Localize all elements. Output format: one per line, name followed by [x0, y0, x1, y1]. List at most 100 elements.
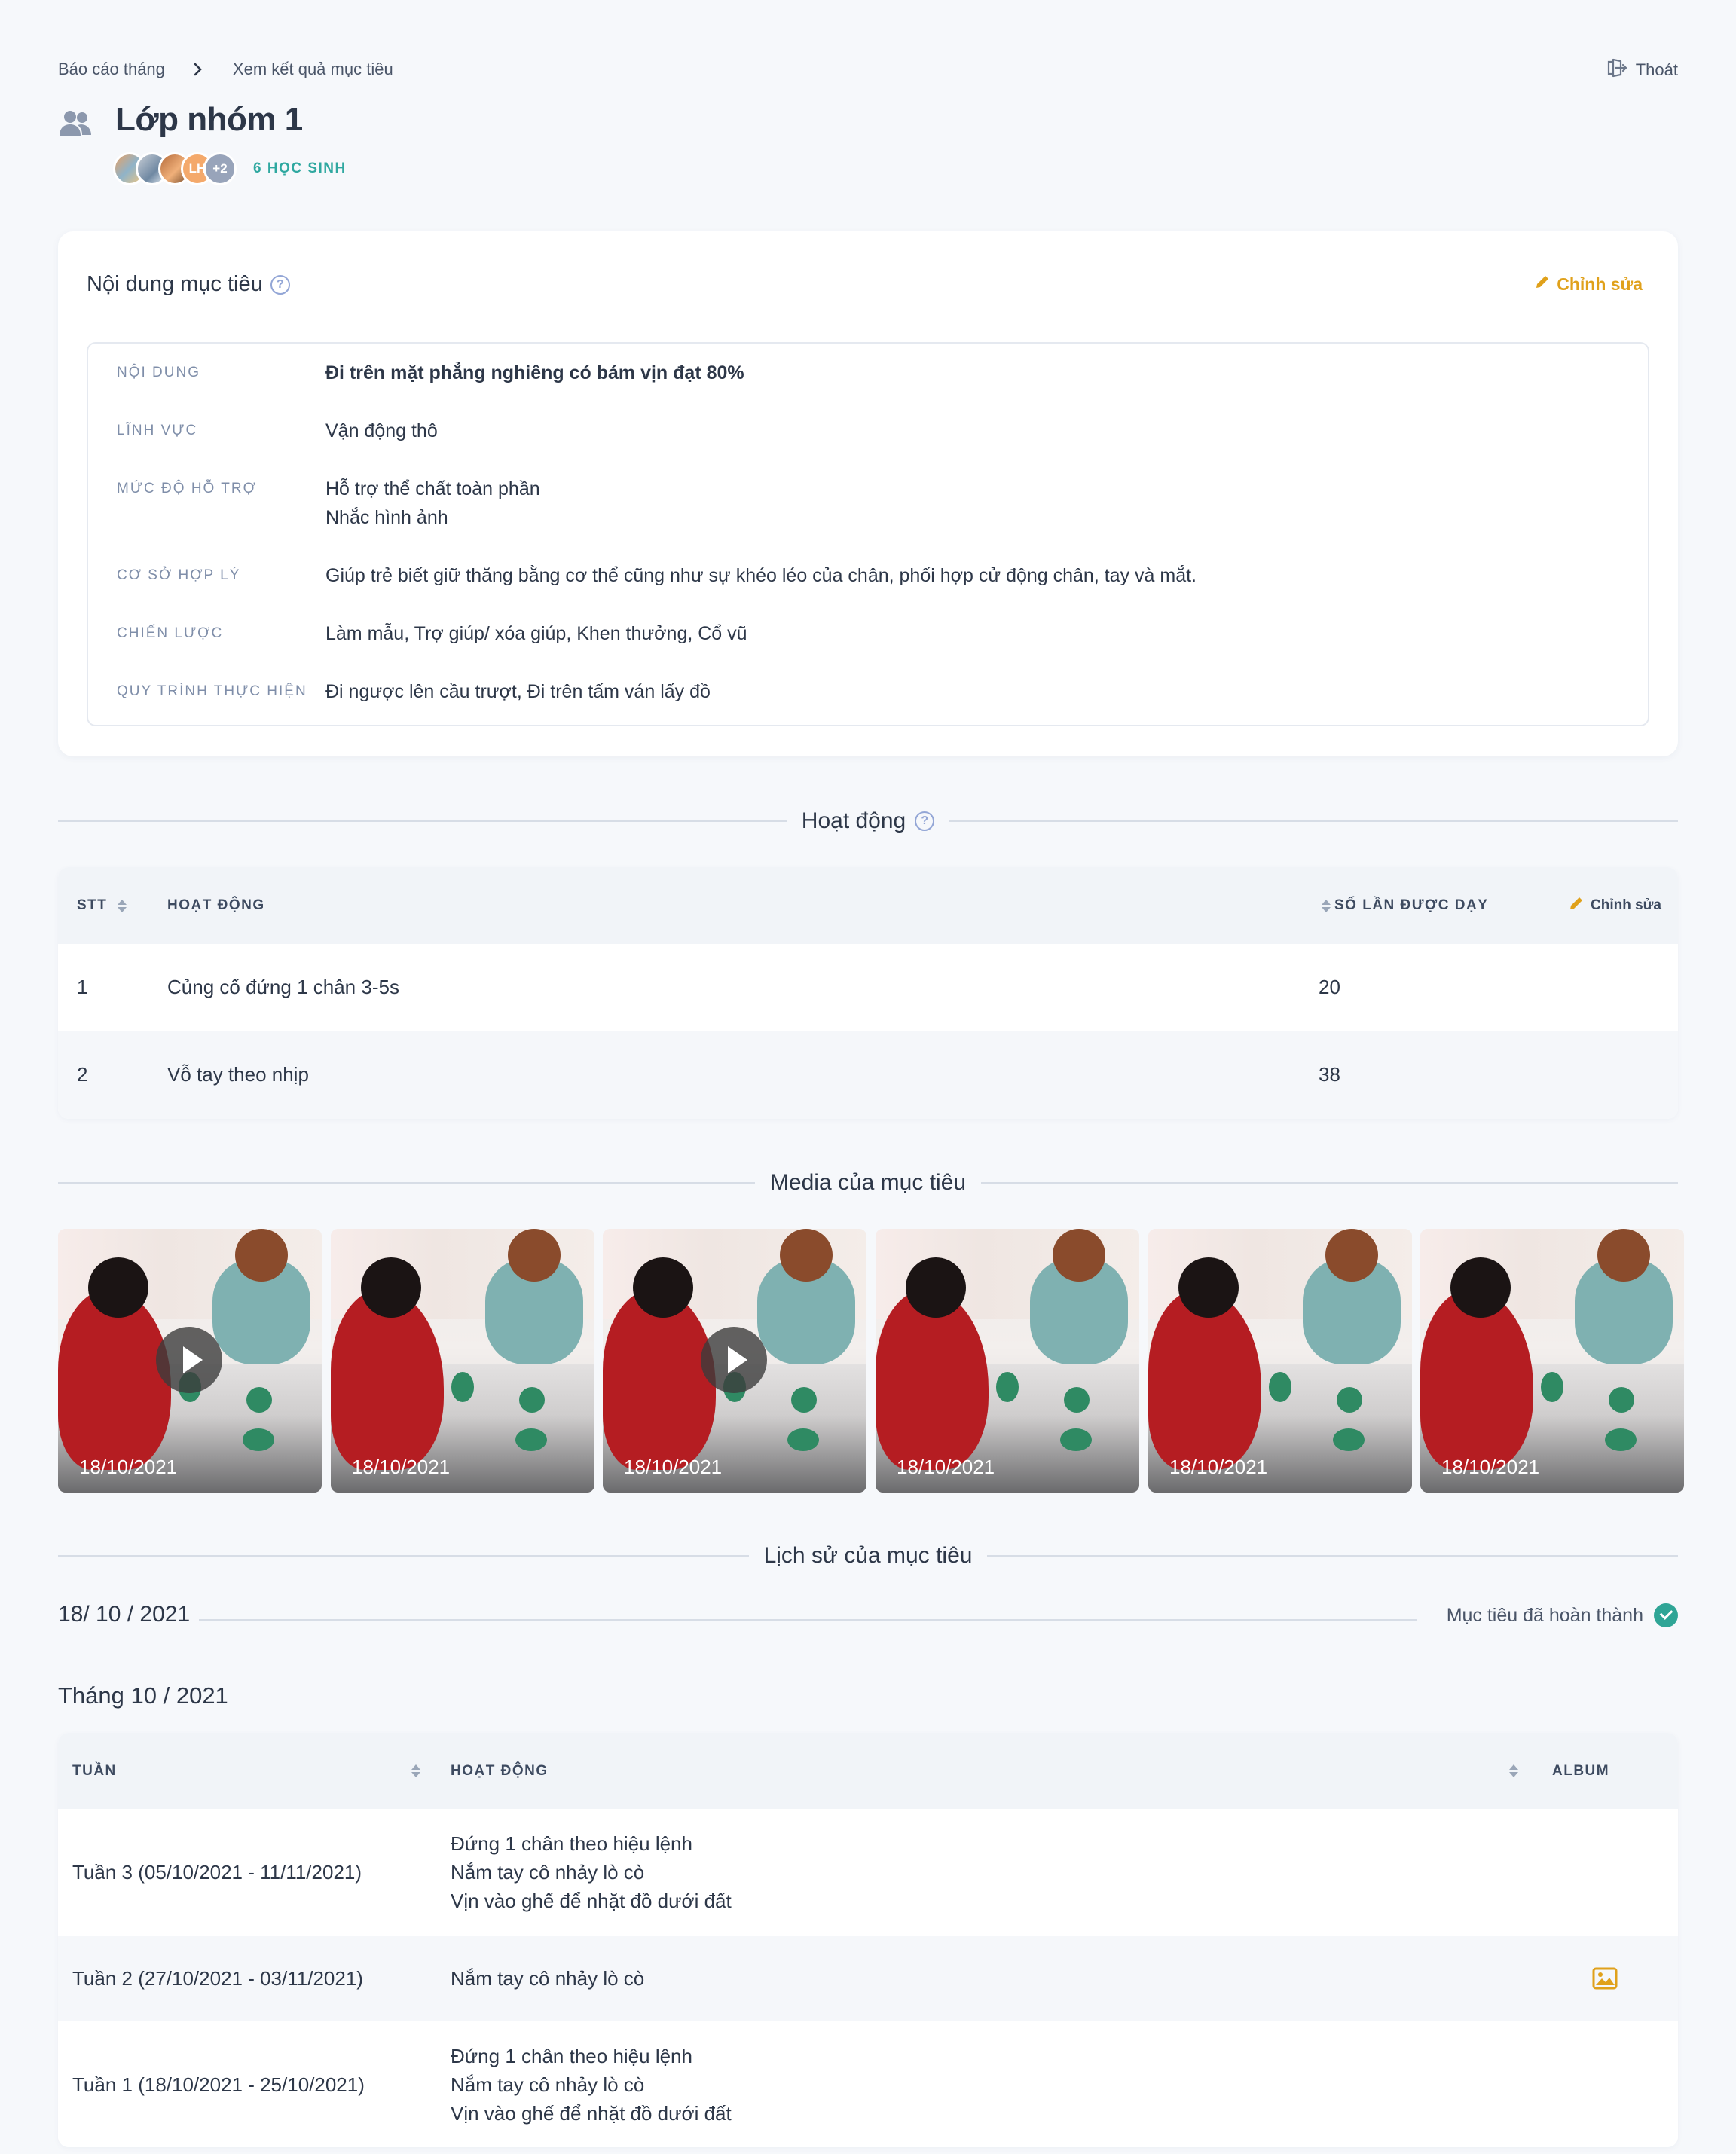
column-header-label: ALBUM — [1552, 1762, 1610, 1779]
logout-button[interactable]: Thoát — [1606, 57, 1678, 83]
cell-stt: 2 — [77, 1063, 88, 1086]
breadcrumb-parent-link[interactable]: Báo cáo tháng — [58, 60, 165, 79]
info-value: Đi ngược lên cầu trượt, Đi trên tấm ván … — [326, 681, 711, 702]
photo-toy — [1333, 1428, 1365, 1451]
history-date-line — [199, 1619, 1417, 1621]
media-video-thumbnail[interactable]: 18/10/2021 — [603, 1229, 866, 1493]
media-date: 18/10/2021 — [1169, 1456, 1268, 1478]
table-row: Tuần 3 (05/10/2021 - 11/11/2021) Đứng 1 … — [58, 1809, 1678, 1936]
column-header-label: HOẠT ĐỘNG — [451, 1762, 549, 1779]
photo-toy — [1064, 1387, 1090, 1413]
cell-activity: Nắm tay cô nhảy lò cò — [451, 1967, 645, 1990]
photo-toy — [515, 1428, 547, 1451]
photo-toy — [787, 1428, 819, 1451]
edit-activities-button[interactable]: Chỉnh sửa — [1568, 867, 1661, 944]
cell-activity: Vỗ tay theo nhịp — [167, 1063, 309, 1086]
info-label: LĨNH VỰC — [117, 423, 198, 438]
sort-icon[interactable] — [1322, 899, 1331, 912]
play-icon[interactable] — [156, 1327, 222, 1393]
media-photo-thumbnail[interactable]: 18/10/2021 — [1420, 1229, 1684, 1493]
goal-content-card: Nội dung mục tiêu ? Chỉnh sửa NỘI DUNG Đ… — [58, 231, 1678, 756]
history-table-header: TUẦN HOẠT ĐỘNG ALBUM — [58, 1733, 1678, 1809]
cell-count: 20 — [1319, 976, 1340, 998]
album-icon[interactable] — [1592, 1967, 1618, 1990]
photo-toy — [791, 1387, 817, 1413]
column-header-activity: HOẠT ĐỘNG — [167, 867, 265, 944]
photo-child-head — [1450, 1257, 1511, 1318]
info-label: CƠ SỞ HỢP LÝ — [117, 567, 241, 583]
photo-toy — [1337, 1387, 1362, 1413]
goal-card-title-text: Nội dung mục tiêu — [87, 272, 263, 296]
photo-toy — [1609, 1387, 1634, 1413]
photo-child-head — [1178, 1257, 1239, 1318]
sort-activity[interactable] — [1499, 1733, 1518, 1809]
activities-table-header: STT HOẠT ĐỘNG SỐ LẦN ĐƯỢC DẠY Chỉnh sửa — [58, 867, 1678, 944]
media-video-thumbnail[interactable]: 18/10/2021 — [58, 1229, 322, 1493]
pencil-icon — [1568, 895, 1585, 916]
edit-goal-button[interactable]: Chỉnh sửa — [1534, 273, 1643, 295]
photo-child-head — [633, 1257, 693, 1318]
photo-toy — [1541, 1372, 1563, 1402]
student-avatars[interactable]: LH +2 6 HỌC SINH — [113, 152, 347, 185]
info-value: Hỗ trợ thể chất toàn phần — [326, 478, 540, 500]
pencil-icon — [1534, 273, 1551, 295]
month-title: Tháng 10 / 2021 — [58, 1682, 228, 1709]
check-circle-icon — [1654, 1603, 1678, 1627]
photo-toy — [996, 1372, 1019, 1402]
help-icon[interactable]: ? — [915, 811, 935, 831]
media-date: 18/10/2021 — [1441, 1456, 1540, 1478]
logout-label: Thoát — [1635, 60, 1678, 79]
activities-table: STT HOẠT ĐỘNG SỐ LẦN ĐƯỢC DẠY Chỉnh sửa … — [58, 867, 1678, 1119]
photo-child-head — [508, 1229, 561, 1282]
table-row: 2 Vỗ tay theo nhịp 38 — [58, 1031, 1678, 1119]
play-icon[interactable] — [701, 1327, 767, 1393]
photo-child-head — [88, 1257, 148, 1318]
info-label: CHIẾN LƯỢC — [117, 625, 224, 641]
info-label: MỨC ĐỘ HỖ TRỢ — [117, 481, 257, 496]
sort-icon[interactable] — [1509, 1764, 1518, 1777]
cell-activity: Nắm tay cô nhảy lò cò — [451, 1861, 645, 1884]
media-date: 18/10/2021 — [624, 1456, 723, 1478]
photo-toy — [451, 1372, 474, 1402]
photo-toy — [1605, 1428, 1637, 1451]
sort-icon[interactable] — [118, 899, 127, 912]
page-title: Lớp nhóm 1 — [115, 101, 303, 138]
table-row: Tuần 1 (18/10/2021 - 25/10/2021) Đứng 1 … — [58, 2021, 1678, 2147]
help-icon[interactable]: ? — [270, 274, 290, 295]
sort-icon-wrap[interactable] — [1311, 867, 1331, 944]
column-header-count: SỐ LẦN ĐƯỢC DẠY — [1334, 867, 1488, 944]
student-count-link[interactable]: 6 HỌC SINH — [253, 160, 347, 177]
media-date: 18/10/2021 — [352, 1456, 451, 1478]
column-header-activity: HOẠT ĐỘNG — [451, 1733, 549, 1809]
media-date: 18/10/2021 — [79, 1456, 178, 1478]
info-value: Nhắc hình ảnh — [326, 507, 448, 528]
column-header-stt[interactable]: STT — [77, 867, 127, 944]
column-header-label: STT — [77, 897, 108, 913]
media-photo-thumbnail[interactable]: 18/10/2021 — [331, 1229, 594, 1493]
media-section-title: Media của mục tiêu — [769, 1170, 967, 1195]
history-table: TUẦN HOẠT ĐỘNG ALBUM Tuần 3 (05/10/2021 … — [58, 1733, 1678, 2147]
activities-section-title: Hoạt động — [801, 808, 906, 833]
cell-activity: Đứng 1 chân theo hiệu lệnh — [451, 2045, 692, 2067]
chevron-right-icon — [191, 62, 206, 77]
cell-activity: Củng cố đứng 1 chân 3-5s — [167, 976, 399, 998]
photo-child-head — [780, 1229, 833, 1282]
table-row: Tuần 2 (27/10/2021 - 03/11/2021) Nắm tay… — [58, 1936, 1678, 2021]
cell-activity: Vịn vào ghế để nhặt đồ dưới đất — [451, 1890, 732, 1912]
history-date: 18/ 10 / 2021 — [58, 1602, 191, 1627]
media-photo-thumbnail[interactable]: 18/10/2021 — [1148, 1229, 1412, 1493]
breadcrumb: Báo cáo tháng Xem kết quả mục tiêu — [58, 59, 393, 80]
sort-icon[interactable] — [411, 1764, 420, 1777]
media-photo-thumbnail[interactable]: 18/10/2021 — [876, 1229, 1139, 1493]
avatar-more: +2 — [203, 152, 237, 185]
photo-child-head — [361, 1257, 421, 1318]
media-date: 18/10/2021 — [897, 1456, 995, 1478]
history-divider: Lịch sử của mục tiêu — [58, 1541, 1678, 1571]
sort-week[interactable] — [401, 1733, 420, 1809]
info-value: Đi trên mặt phẳng nghiêng có bám vịn đạt… — [326, 362, 744, 383]
photo-toy — [1060, 1428, 1092, 1451]
column-header-label: HOẠT ĐỘNG — [167, 897, 265, 913]
column-header-album: ALBUM — [1552, 1733, 1609, 1809]
column-header-label: SỐ LẦN ĐƯỢC DẠY — [1334, 897, 1489, 913]
photo-child-head — [1597, 1229, 1650, 1282]
